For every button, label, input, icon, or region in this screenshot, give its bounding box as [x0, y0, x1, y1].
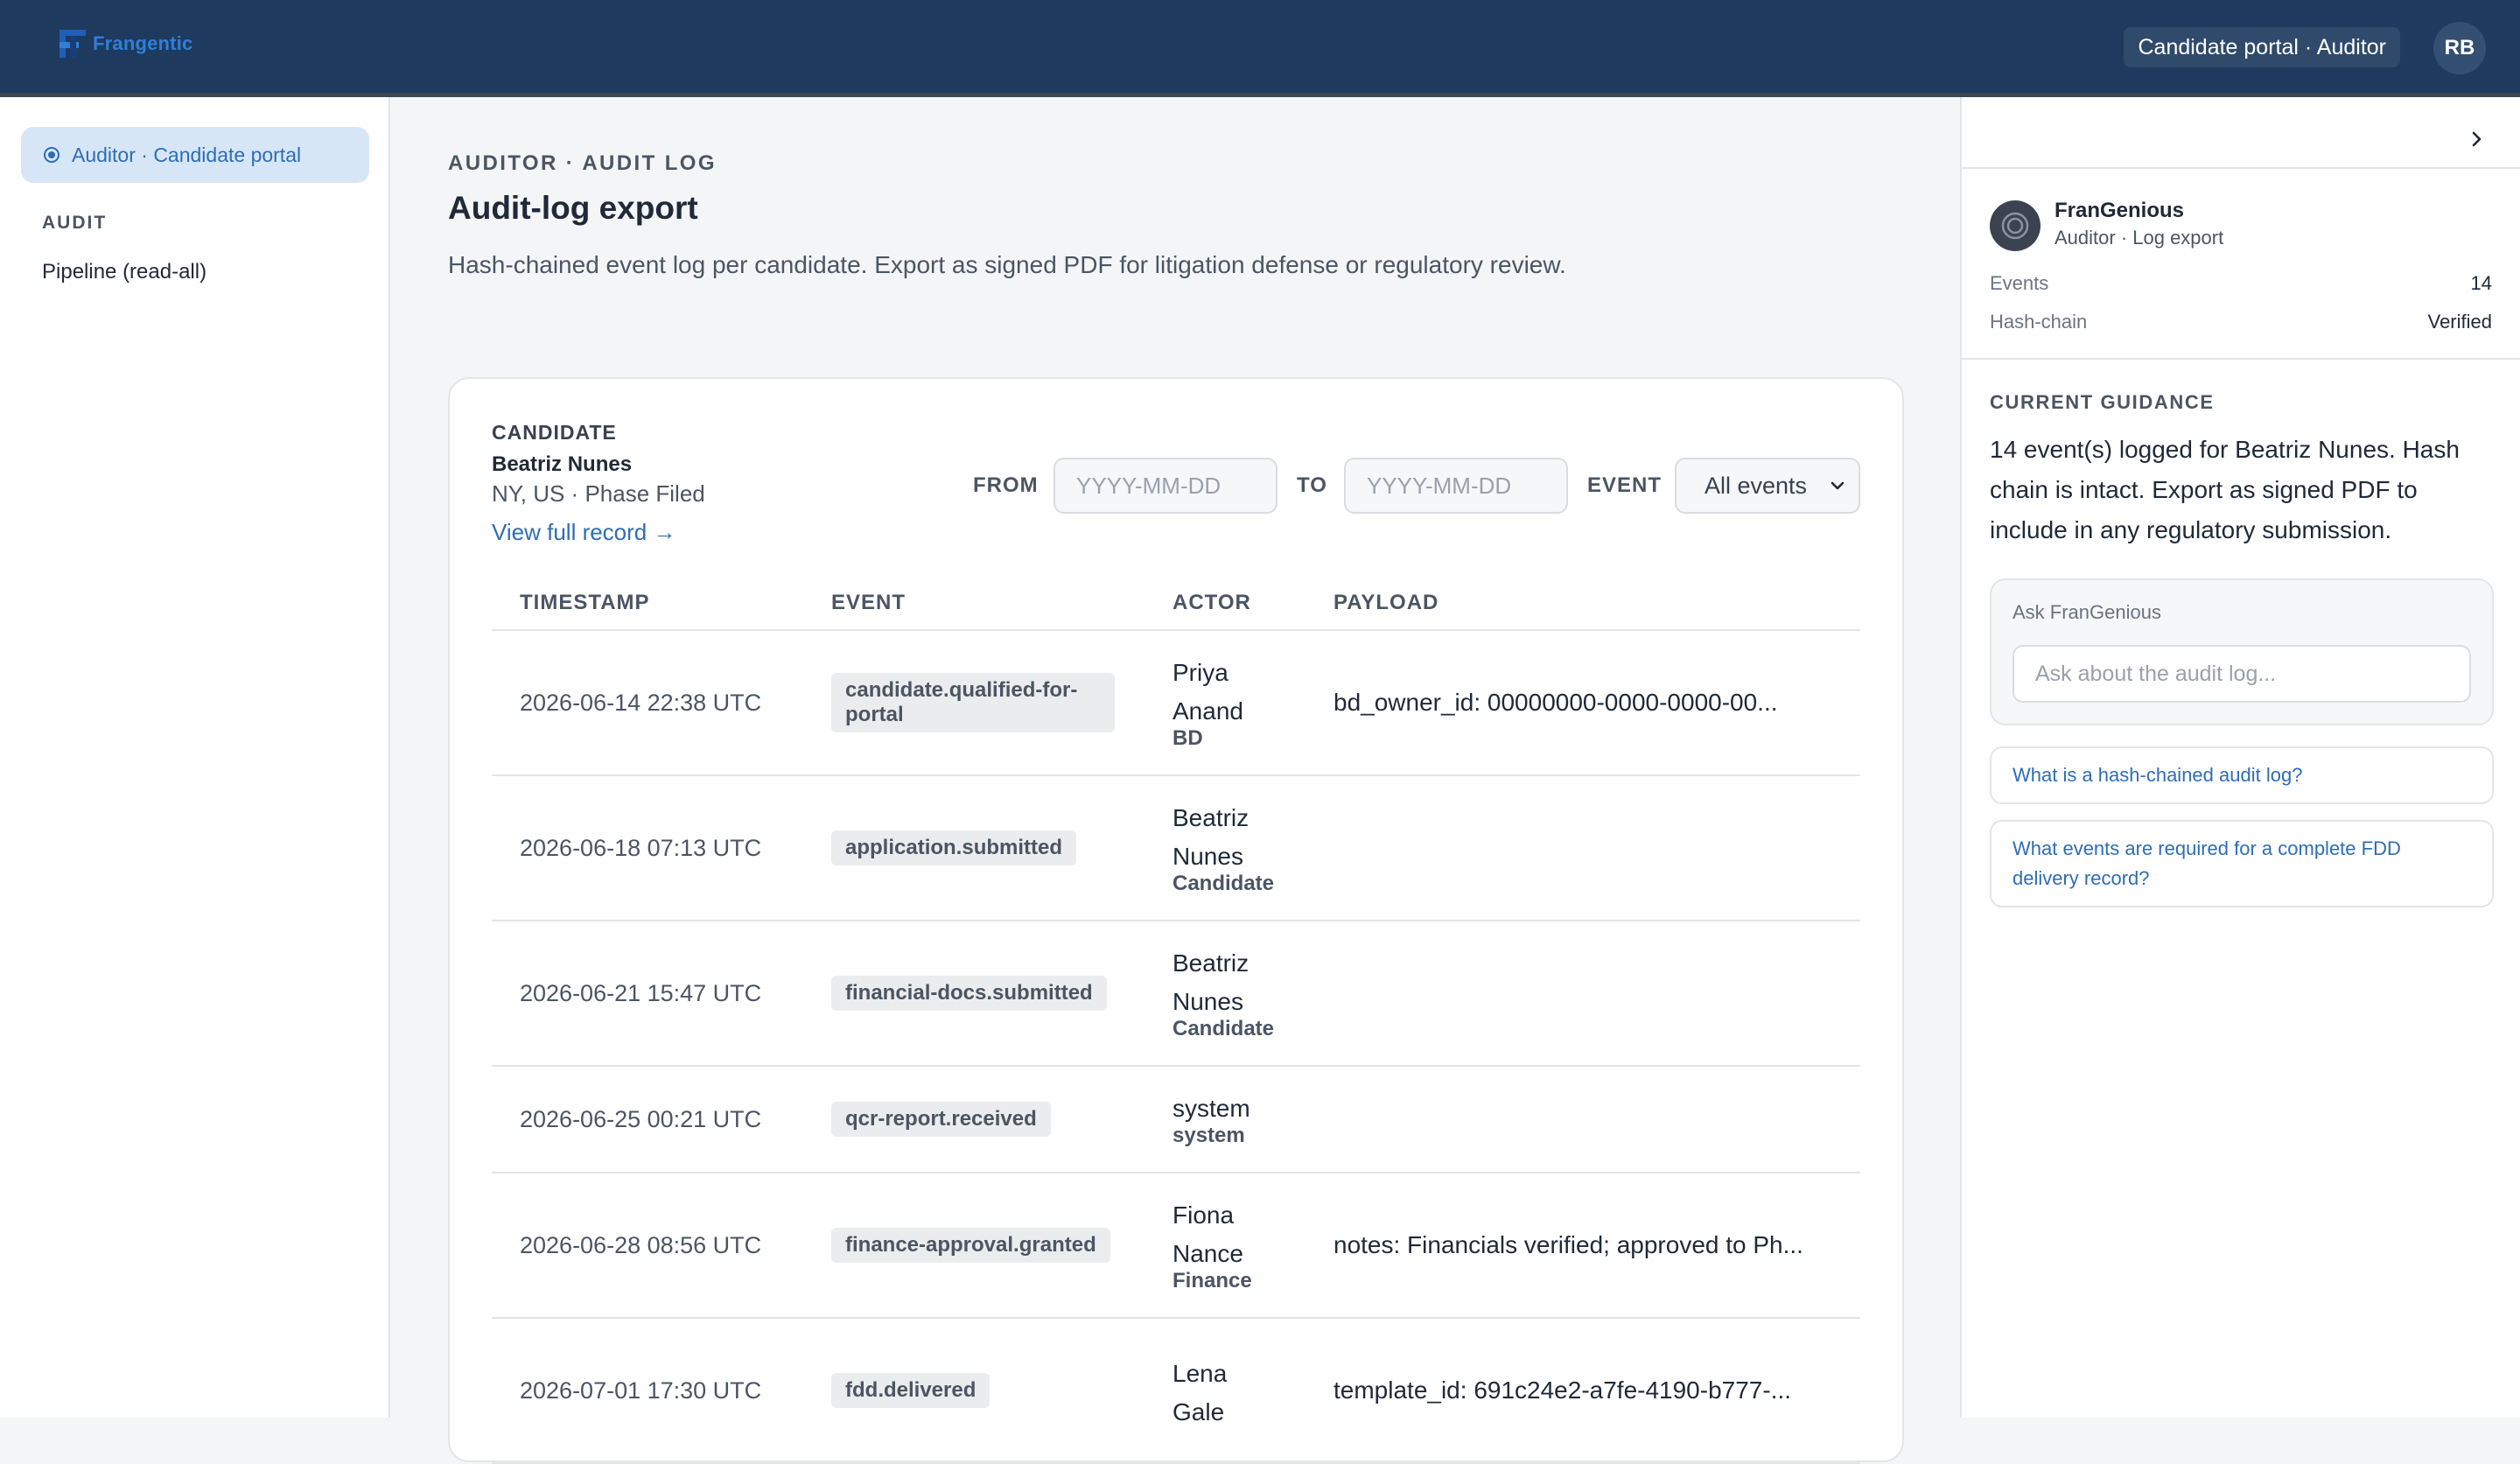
event-tag: fdd.delivered [831, 1373, 990, 1408]
guidance-title: CURRENT GUIDANCE [1990, 391, 2215, 413]
assistant-subtitle: Auditor · Log export [2054, 227, 2224, 249]
col-header-event[interactable]: EVENT [831, 577, 1172, 631]
cell-payload: template_id: 691c24e2-a7fe-4190-b777-... [1334, 1318, 1860, 1464]
brand-name: Frangentic [93, 32, 193, 54]
main-content: AUDITOR · AUDIT LOG Audit-log export Has… [390, 97, 1960, 1464]
actor-role: Finance [1172, 1269, 1252, 1292]
actor-role: Candidate [1172, 872, 1275, 895]
actor-name: Lena Gale [1172, 1360, 1228, 1425]
to-date-input[interactable] [1344, 458, 1568, 514]
actor-name: Priya Anand [1172, 659, 1243, 725]
guidance-text: 14 event(s) logged for Beatriz Nunes. Ha… [1990, 436, 2460, 543]
chevron-down-icon [1830, 481, 1844, 490]
panel-divider [1962, 167, 2520, 169]
event-tag: finance-approval.granted [831, 1228, 1110, 1263]
event-tag: qcr-report.received [831, 1102, 1051, 1137]
audit-log-card: CANDIDATE Beatriz Nunes NY, US · Phase F… [448, 377, 1904, 1464]
cell-timestamp: 2026-06-25 00:21 UTC [492, 1066, 831, 1173]
col-header-payload[interactable]: PAYLOAD [1334, 577, 1860, 631]
event-tag: application.submitted [831, 830, 1077, 865]
page-eyebrow: AUDITOR · AUDIT LOG [448, 151, 717, 175]
candidate-name: Beatriz Nunes [492, 452, 633, 476]
sidebar-item-pipeline[interactable]: Pipeline (read-all) [42, 260, 206, 284]
brand-logo-icon [60, 30, 86, 58]
cell-payload: bd_owner_id: 00000000-0000-0000-00... [1334, 630, 1860, 776]
radio-dot-icon [44, 147, 60, 163]
ask-label: Ask FranGenious [2012, 601, 2161, 623]
actor-name: Beatriz Nunes [1172, 804, 1250, 870]
cell-payload [1334, 775, 1860, 921]
cell-payload: notes: Financials verified; approved to … [1334, 1173, 1860, 1319]
sidebar: Auditor · Candidate portal AUDIT Pipelin… [0, 97, 390, 1418]
chevron-right-icon [2472, 131, 2482, 147]
assistant-name: FranGenious [2054, 199, 2185, 222]
top-bar: Frangentic Candidate portal · Auditor RB [0, 0, 2520, 97]
from-date-input[interactable] [1054, 458, 1278, 514]
actor-role: Candidate [1172, 1017, 1275, 1040]
cell-timestamp: 2026-06-14 22:38 UTC [492, 630, 831, 776]
cell-payload [1334, 921, 1860, 1067]
role-switcher[interactable]: Candidate portal · Auditor [2124, 27, 2400, 67]
cell-timestamp: 2026-06-28 08:56 UTC [492, 1173, 831, 1319]
assistant-orb-icon [2001, 212, 2029, 240]
cell-timestamp: 2026-06-21 15:47 UTC [492, 921, 831, 1067]
cell-timestamp: 2026-07-01 17:30 UTC [492, 1318, 831, 1464]
table-row[interactable]: 2026-06-14 22:38 UTC candidate.qualified… [492, 630, 1860, 776]
table-row[interactable]: 2026-06-21 15:47 UTC financial-docs.subm… [492, 921, 1860, 1067]
event-label: EVENT [1587, 473, 1662, 497]
view-full-record-link[interactable]: View full record → [492, 519, 676, 546]
context-pill[interactable]: Auditor · Candidate portal [21, 127, 369, 183]
audit-log-table: TIMESTAMP EVENT ACTOR PAYLOAD 2026-06-14… [492, 577, 1860, 1464]
stat-label-events: Events [1990, 272, 2049, 294]
col-header-actor[interactable]: ACTOR [1172, 577, 1334, 631]
actor-role: BD [1172, 726, 1203, 750]
actor-name: Beatriz Nunes [1172, 949, 1250, 1015]
assistant-panel: FranGenious Auditor · Log export Events … [1960, 97, 2520, 1418]
table-row[interactable]: 2026-06-28 08:56 UTC finance-approval.gr… [492, 1173, 1860, 1319]
context-label: Auditor · Candidate portal [72, 143, 302, 166]
stat-value-events: 14 [2470, 272, 2492, 294]
stat-value-hash-chain: Verified [2427, 311, 2492, 333]
to-label: TO [1297, 473, 1327, 497]
ask-input[interactable] [2012, 645, 2471, 703]
panel-divider [1962, 358, 2520, 360]
user-avatar[interactable]: RB [2433, 22, 2486, 74]
cell-payload [1334, 1066, 1860, 1173]
page-title: Audit-log export [448, 190, 698, 226]
page-description: Hash-chained event log per candidate. Ex… [448, 251, 1566, 278]
candidate-location: NY, US · Phase Filed [492, 480, 705, 507]
stat-label-hash-chain: Hash-chain [1990, 311, 2088, 333]
cell-timestamp: 2026-06-18 07:13 UTC [492, 775, 831, 921]
collapse-panel-button[interactable] [2457, 120, 2496, 158]
suggestion-button[interactable]: What is a hash-chained audit log? [1990, 746, 2494, 804]
assistant-avatar [1990, 200, 2040, 251]
table-row[interactable]: 2026-06-25 00:21 UTC qcr-report.received… [492, 1066, 1860, 1173]
ask-box: Ask FranGenious [1990, 578, 2494, 725]
table-header-row: TIMESTAMP EVENT ACTOR PAYLOAD [492, 577, 1860, 631]
actor-name: Fiona Nance [1172, 1201, 1243, 1267]
col-header-timestamp[interactable]: TIMESTAMP [492, 577, 831, 631]
event-filter-value: All events [1704, 472, 1808, 499]
actor-role: system [1172, 1124, 1245, 1147]
event-tag: candidate.qualified-for-portal [831, 673, 1115, 732]
table-row[interactable]: 2026-06-18 07:13 UTC application.submitt… [492, 775, 1860, 921]
brand-logo[interactable]: Frangentic [58, 26, 192, 61]
event-tag: financial-docs.submitted [831, 976, 1107, 1011]
suggestion-button[interactable]: What events are required for a complete … [1990, 820, 2494, 907]
event-filter-select[interactable]: All events [1675, 458, 1860, 514]
candidate-label: CANDIDATE [492, 421, 617, 444]
sidebar-section-audit: AUDIT [42, 213, 108, 233]
from-label: FROM [973, 473, 1039, 497]
table-row[interactable]: 2026-07-01 17:30 UTC fdd.delivered Lena … [492, 1318, 1860, 1464]
